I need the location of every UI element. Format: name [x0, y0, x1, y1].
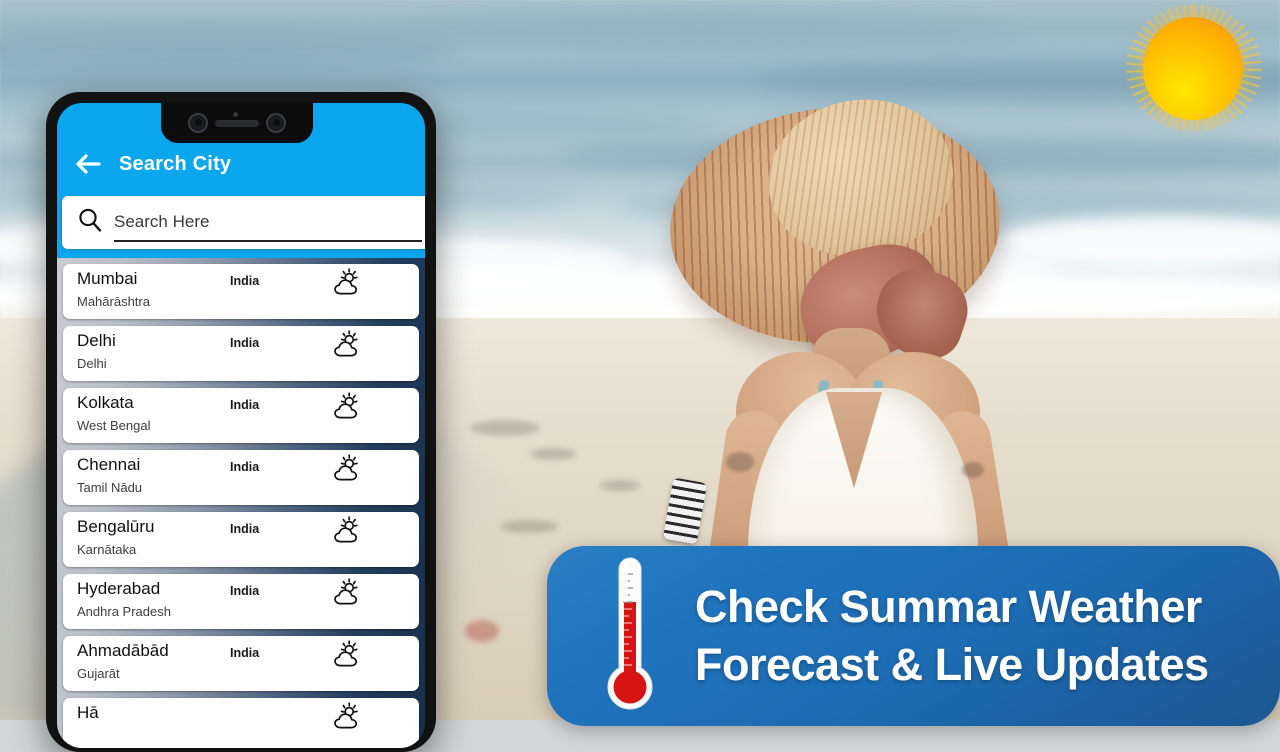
tattoo	[962, 462, 984, 478]
sun-behind-cloud-icon	[331, 640, 363, 675]
phone-mockup: Search City Search Here Mumbai Mahārāsht…	[46, 92, 436, 752]
city-region: Tamil Nādu	[77, 480, 143, 495]
search-bar[interactable]: Search Here	[62, 196, 425, 249]
city-region: West Bengal	[77, 418, 151, 433]
wave	[380, 12, 1020, 52]
search-input-placeholder: Search Here	[114, 211, 210, 231]
city-list-item[interactable]: Chennai Tamil Nādu India	[63, 450, 419, 505]
city-name: Delhi	[77, 331, 116, 350]
city-country: India	[230, 460, 260, 474]
app-bar: Search City Search Here	[57, 103, 425, 258]
sun-disc	[1143, 17, 1243, 120]
city-list-item[interactable]: Bengalūru Karnātaka India	[63, 512, 419, 567]
city-region: Andhra Pradesh	[77, 604, 171, 619]
city-name: Hā	[77, 703, 99, 722]
promo-banner-text: Check Summar Weather Forecast & Live Upd…	[695, 578, 1209, 693]
page-title: Search City	[119, 152, 232, 175]
city-list-item[interactable]: Mumbai Mahārāshtra India	[63, 264, 419, 319]
sand-mark	[600, 480, 640, 491]
sun-behind-cloud-icon	[331, 268, 363, 303]
city-country: India	[230, 584, 260, 598]
city-country: India	[230, 646, 260, 660]
city-name: Hyderabad	[77, 579, 161, 598]
city-name: Bengalūru	[77, 517, 155, 536]
sand-mark	[500, 520, 558, 533]
wrist-bracelet	[662, 477, 708, 545]
city-list-item[interactable]: Hyderabad Andhra Pradesh India	[63, 574, 419, 629]
earpiece-speaker	[215, 119, 259, 127]
city-name: Kolkata	[77, 393, 134, 412]
promo-banner-line2: Forecast & Live Updates	[695, 639, 1209, 690]
promo-banner-line1: Check Summar Weather	[695, 581, 1202, 633]
phone-screen-frame: Search City Search Here Mumbai Mahārāsht…	[57, 103, 425, 748]
search-icon	[76, 206, 104, 239]
back-arrow-icon[interactable]	[73, 149, 103, 179]
city-results-list[interactable]: Mumbai Mahārāshtra India Delhi Delhi India Kol…	[57, 258, 425, 748]
city-country: India	[230, 522, 260, 536]
city-name: Chennai	[77, 455, 141, 474]
city-name: Ahmadābād	[77, 641, 169, 660]
sand-mark	[470, 420, 540, 436]
phone-notch	[161, 103, 313, 143]
app-bar-row: Search City	[57, 141, 425, 187]
city-list-item[interactable]: Delhi Delhi India	[63, 326, 419, 381]
sun-behind-cloud-icon	[331, 454, 363, 489]
sun-icon	[1126, 4, 1262, 132]
city-list-item[interactable]: Hā	[63, 698, 419, 748]
sun-behind-cloud-icon	[331, 578, 363, 613]
search-input-underline[interactable]: Search Here	[114, 204, 422, 242]
city-region: Karnātaka	[77, 542, 137, 557]
city-country: India	[230, 274, 260, 288]
promo-banner: Check Summar Weather Forecast & Live Upd…	[547, 546, 1280, 726]
city-country: India	[230, 336, 260, 350]
tattoo	[726, 452, 754, 472]
sun-behind-cloud-icon	[331, 392, 363, 427]
sun-behind-cloud-icon	[331, 516, 363, 551]
sand-object	[465, 620, 499, 642]
city-list-item[interactable]: Ahmadābād Gujarāt India	[63, 636, 419, 691]
sand-mark	[530, 448, 576, 460]
city-country: India	[230, 398, 260, 412]
city-region: Mahārāshtra	[77, 294, 150, 309]
front-camera-secondary-icon	[266, 113, 286, 133]
sun-behind-cloud-icon	[331, 330, 363, 365]
app-screen: Search City Search Here Mumbai Mahārāsht…	[57, 103, 425, 748]
proximity-sensor-icon	[233, 112, 238, 117]
city-region: Gujarāt	[77, 666, 120, 681]
front-camera-icon	[188, 113, 208, 133]
city-list-item[interactable]: Kolkata West Bengal India	[63, 388, 419, 443]
thermometer-icon	[599, 554, 661, 719]
city-name: Mumbai	[77, 269, 138, 288]
city-region: Delhi	[77, 356, 107, 371]
